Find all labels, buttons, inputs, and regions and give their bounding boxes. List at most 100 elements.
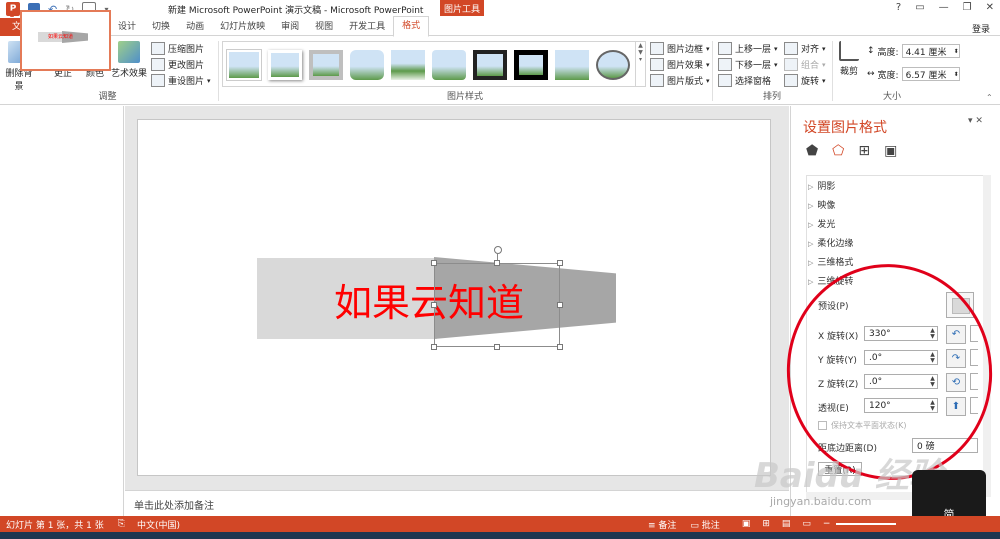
resize-handle[interactable] — [557, 302, 563, 308]
chevron-down-icon: ▾ — [774, 44, 778, 53]
picture-style-thumb[interactable] — [350, 50, 384, 80]
align-button[interactable]: 对齐 ▾ — [784, 42, 826, 55]
spinner-icon[interactable]: ⬍ — [954, 48, 959, 55]
rotate-button[interactable]: 旋转 ▾ — [784, 74, 826, 87]
restore-button[interactable]: ❐ — [963, 2, 972, 13]
window-title: 新建 Microsoft PowerPoint 演示文稿 - Microsoft… — [168, 6, 424, 16]
section-shadow[interactable]: 阴影 — [808, 179, 835, 192]
group-label: 组合 — [801, 61, 820, 71]
selection-pane-button[interactable]: 选择窗格 — [718, 74, 771, 87]
picture-style-thumb[interactable] — [227, 50, 261, 80]
gallery-scroll[interactable]: ▲ ▼ ▾ — [636, 41, 646, 87]
status-bar: 幻灯片 第 1 张，共 1 张 ⎘ 中文(中国) ≡ 备注 ▭ 批注 ▣ ⊞ ▤… — [0, 516, 1000, 532]
crop-label: 裁剪 — [839, 67, 858, 77]
minimize-button[interactable]: — — [939, 2, 949, 13]
picture-style-thumb[interactable] — [473, 50, 507, 80]
width-input[interactable]: 6.57 厘米 ⬍ — [901, 67, 960, 81]
section-soft-edges[interactable]: 柔化边缘 — [808, 236, 853, 249]
section-reflection[interactable]: 映像 — [808, 198, 835, 211]
picture-style-thumb[interactable] — [514, 50, 548, 80]
slideshow-view-icon[interactable]: ▭ — [802, 519, 811, 529]
close-button[interactable]: ✕ — [986, 2, 994, 13]
language-indicator[interactable]: 中文(中国) — [137, 518, 180, 531]
picture-effects-button[interactable]: 图片效果 ▾ — [650, 58, 710, 71]
reading-view-icon[interactable]: ▤ — [782, 519, 791, 529]
spinner-icon[interactable]: ⬍ — [954, 71, 959, 78]
collapse-ribbon-icon[interactable]: ⌃ — [986, 93, 993, 102]
change-picture-button[interactable]: 更改图片 — [151, 58, 204, 71]
ribbon-tab-bar: 文件 开始 插入 设计 切换 动画 幻灯片放映 审阅 视图 开发工具 格式 — [0, 16, 1000, 37]
chevron-down-icon: ▾ — [822, 60, 826, 69]
height-input[interactable]: 4.41 厘米 ⬍ — [901, 44, 960, 58]
tab-slideshow[interactable]: 幻灯片放映 — [212, 18, 273, 36]
normal-view-icon[interactable]: ▣ — [742, 519, 751, 529]
ribbon-display-button[interactable]: ▭ — [915, 2, 924, 13]
fill-line-icon[interactable]: ⬟ — [806, 143, 818, 159]
zoom-out-icon[interactable]: − — [823, 519, 831, 529]
section-glow[interactable]: 发光 — [808, 217, 835, 230]
help-button[interactable]: ? — [896, 2, 901, 13]
picture-icon[interactable]: ▣ — [884, 143, 897, 159]
notes-placeholder[interactable]: 单击此处添加备注 — [134, 497, 214, 512]
tab-review[interactable]: 审阅 — [273, 18, 307, 36]
slide-number: 1 — [9, 10, 15, 20]
tab-animations[interactable]: 动画 — [178, 18, 212, 36]
width-icon: ↔ — [867, 69, 875, 79]
notes-toggle[interactable]: ≡ 备注 — [648, 518, 676, 531]
resize-handle[interactable] — [494, 260, 500, 266]
picture-layout-label: 图片版式 — [667, 77, 704, 87]
slide[interactable]: 如果云知道 — [137, 119, 771, 476]
resize-handle[interactable] — [431, 344, 437, 350]
tab-developer[interactable]: 开发工具 — [341, 18, 393, 36]
tab-transitions[interactable]: 切换 — [144, 18, 178, 36]
group-button[interactable]: 组合 ▾ — [784, 58, 826, 71]
spelling-icon[interactable]: ⎘ — [118, 519, 125, 529]
tab-design[interactable]: 设计 — [110, 18, 144, 36]
resize-handle[interactable] — [431, 302, 437, 308]
window-controls: ? ▭ — ❐ ✕ — [896, 2, 994, 13]
rotation-handle[interactable] — [494, 246, 502, 254]
picture-layout-button[interactable]: 图片版式 ▾ — [650, 74, 710, 87]
bring-forward-button[interactable]: 上移一层 ▾ — [718, 42, 778, 55]
comments-toggle[interactable]: ▭ 批注 — [690, 518, 719, 531]
pane-options-icon[interactable]: ▾ ✕ — [968, 116, 983, 126]
picture-style-thumb[interactable] — [596, 50, 630, 80]
send-backward-button[interactable]: 下移一层 ▾ — [718, 58, 778, 71]
group-divider — [832, 41, 833, 101]
crop-button[interactable]: 裁剪 — [836, 41, 862, 77]
pane-title: 设置图片格式 — [803, 120, 887, 136]
height-value: 4.41 厘米 — [905, 47, 947, 58]
reset-picture-button[interactable]: 重设图片 ▾ — [151, 74, 211, 87]
size-group-label: 大小 — [882, 92, 901, 102]
picture-effects-icon — [650, 58, 664, 71]
effects-icon[interactable]: ⬠ — [832, 143, 844, 159]
picture-style-thumb[interactable] — [555, 50, 589, 80]
resize-handle[interactable] — [557, 344, 563, 350]
notes-area[interactable] — [125, 490, 789, 517]
tab-format[interactable]: 格式 — [393, 16, 430, 37]
slide-thumbnail[interactable]: 如果云知道 — [20, 10, 111, 71]
slide-sorter-icon[interactable]: ⊞ — [762, 519, 770, 529]
size-properties-icon[interactable]: ⊞ — [858, 143, 870, 159]
login-link[interactable]: 登录 — [972, 22, 990, 35]
picture-border-button[interactable]: 图片边框 ▾ — [650, 42, 710, 55]
resize-handle[interactable] — [557, 260, 563, 266]
rotate-icon — [784, 74, 798, 87]
artistic-effects-button[interactable]: 艺术效果 — [110, 41, 148, 79]
chevron-down-icon[interactable]: ▾ — [207, 77, 211, 85]
pane-tab-icons: ⬟ ⬠ ⊞ ▣ — [806, 143, 897, 159]
comments-toggle-label: 批注 — [701, 520, 720, 531]
picture-style-thumb[interactable] — [268, 50, 302, 80]
compress-pictures-button[interactable]: 压缩图片 — [151, 42, 204, 55]
resize-handle[interactable] — [494, 344, 500, 350]
arrange-group-label: 排列 — [762, 92, 781, 102]
resize-handle[interactable] — [431, 260, 437, 266]
chevron-down-icon: ▾ — [774, 60, 778, 69]
tab-view[interactable]: 视图 — [307, 18, 341, 36]
width-label: 宽度: — [877, 70, 899, 81]
section-3d-format[interactable]: 三维格式 — [808, 255, 853, 268]
picture-style-thumb[interactable] — [391, 50, 425, 80]
zoom-slider[interactable] — [836, 523, 897, 525]
picture-style-thumb[interactable] — [432, 50, 466, 80]
picture-style-thumb[interactable] — [309, 50, 343, 80]
